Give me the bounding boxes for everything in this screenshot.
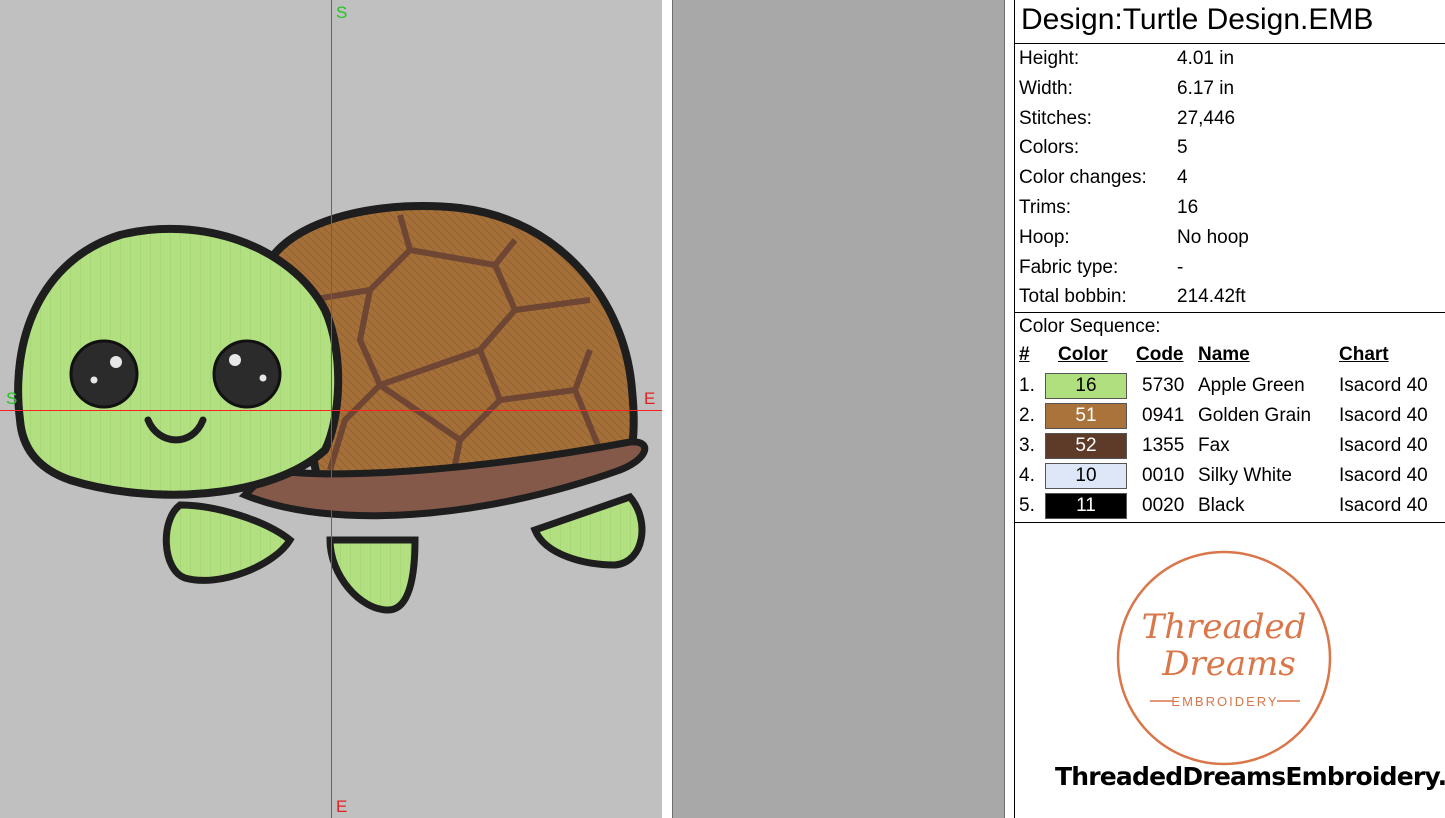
design-title: Design:Turtle Design.EMB (1015, 0, 1445, 44)
info-label: Hoop: (1019, 226, 1070, 248)
thread-chart: Isacord 40 (1339, 435, 1428, 457)
row-number: 3. (1019, 435, 1035, 457)
color-row: 2. 51 0941 Golden Grain Isacord 40 (1015, 401, 1445, 431)
end-mark-right: E (644, 389, 656, 408)
color-swatch: 51 (1045, 403, 1127, 430)
thread-code: 1355 (1142, 435, 1185, 457)
info-value: No hoop (1177, 226, 1249, 248)
color-row: 3. 52 1355 Fax Isacord 40 (1015, 431, 1445, 461)
info-row-trims: Trims: 16 (1015, 193, 1445, 223)
info-value: 5 (1177, 137, 1188, 159)
row-number: 5. (1019, 495, 1035, 517)
info-row-stitches: Stitches: 27,446 (1015, 104, 1445, 134)
thread-chart: Isacord 40 (1339, 465, 1428, 487)
start-mark-left: S (6, 389, 18, 408)
right-eye (212, 339, 282, 409)
color-swatch: 11 (1045, 493, 1127, 520)
thread-code: 0941 (1142, 405, 1185, 427)
design-canvas[interactable]: S S E E (0, 0, 662, 818)
color-swatch: 16 (1045, 373, 1127, 400)
info-label: Trims: (1019, 196, 1072, 218)
info-label: Stitches: (1019, 107, 1092, 129)
logo-line1: Threaded (1142, 607, 1307, 647)
thread-code: 0020 (1142, 495, 1185, 517)
info-row-width: Width: 6.17 in (1015, 74, 1445, 104)
header-color: Color (1058, 344, 1108, 366)
info-value: 16 (1177, 196, 1199, 218)
end-mark-bottom: E (336, 797, 348, 816)
color-sequence: Color Sequence: # Color Code Name Chart … (1015, 313, 1445, 524)
color-swatch: 52 (1045, 433, 1127, 460)
back-left-leg (162, 501, 295, 584)
thread-name: Apple Green (1198, 375, 1305, 397)
info-row-color-changes: Color changes: 4 (1015, 163, 1445, 193)
info-row-fabric-type: Fabric type: - (1015, 253, 1445, 283)
info-value: 214.42ft (1177, 286, 1246, 308)
info-row-total-bobbin: Total bobbin: 214.42ft (1015, 282, 1445, 312)
info-value: - (1177, 256, 1184, 278)
info-label: Fabric type: (1019, 256, 1119, 278)
thread-name: Silky White (1198, 465, 1292, 487)
color-row: 4. 10 0010 Silky White Isacord 40 (1015, 461, 1445, 491)
color-sequence-title: Color Sequence: (1019, 316, 1161, 338)
color-sequence-table: # Color Code Name Chart 1. 16 5730 Apple… (1015, 341, 1445, 521)
header-code: Code (1136, 344, 1184, 366)
info-value: 4.01 in (1177, 48, 1235, 69)
header-name: Name (1198, 344, 1250, 366)
turtle-head (14, 224, 343, 499)
logo-line3: EMBROIDERY (1171, 694, 1278, 709)
info-label: Width: (1019, 77, 1073, 99)
row-number: 2. (1019, 405, 1035, 427)
info-value: 27,446 (1177, 107, 1236, 129)
color-row: 5. 11 0020 Black Isacord 40 (1015, 491, 1445, 521)
row-number: 4. (1019, 465, 1035, 487)
info-row-hoop: Hoop: No hoop (1015, 223, 1445, 253)
info-row-height: Height: 4.01 in (1015, 44, 1445, 74)
thread-code: 5730 (1142, 375, 1185, 397)
color-row: 1. 16 5730 Apple Green Isacord 40 (1015, 371, 1445, 401)
color-swatch: 10 (1045, 463, 1127, 490)
thread-name: Fax (1198, 435, 1230, 457)
info-label: Total bobbin: (1019, 286, 1127, 308)
front-left-leg (326, 536, 419, 614)
info-value: 4 (1177, 167, 1188, 189)
design-properties: Height: 4.01 in Width: 6.17 in Stitches: 27… (1015, 44, 1445, 314)
info-label: Colors: (1019, 137, 1080, 159)
crosshair-vertical (331, 0, 332, 818)
workspace-gap (672, 0, 1005, 818)
left-eye (69, 339, 139, 409)
thread-chart: Isacord 40 (1339, 495, 1428, 517)
logo-badge: Threaded Dreams EMBROIDERY (1116, 550, 1332, 766)
header-chart: Chart (1339, 344, 1389, 366)
thread-code: 0010 (1142, 465, 1185, 487)
front-right-leg (530, 492, 646, 569)
logo-line2: Dreams (1161, 644, 1296, 684)
header-num: # (1019, 344, 1030, 366)
info-value: 6.17 in (1177, 77, 1235, 99)
row-number: 1. (1019, 375, 1035, 397)
info-row-colors: Colors: 5 (1015, 133, 1445, 163)
info-label: Height: (1019, 48, 1080, 69)
website-url: ThreadedDreamsEmbroidery.ca (1055, 762, 1445, 791)
start-mark-top: S (336, 3, 348, 22)
canvas-border (662, 0, 672, 818)
crosshair-horizontal (0, 410, 662, 411)
info-label: Color changes: (1019, 167, 1147, 189)
thread-name: Golden Grain (1198, 405, 1312, 427)
thread-chart: Isacord 40 (1339, 405, 1428, 427)
thread-name: Black (1198, 495, 1245, 517)
thread-chart: Isacord 40 (1339, 375, 1428, 397)
design-info-panel: Design:Turtle Design.EMB Height: 4.01 in … (1014, 0, 1445, 818)
